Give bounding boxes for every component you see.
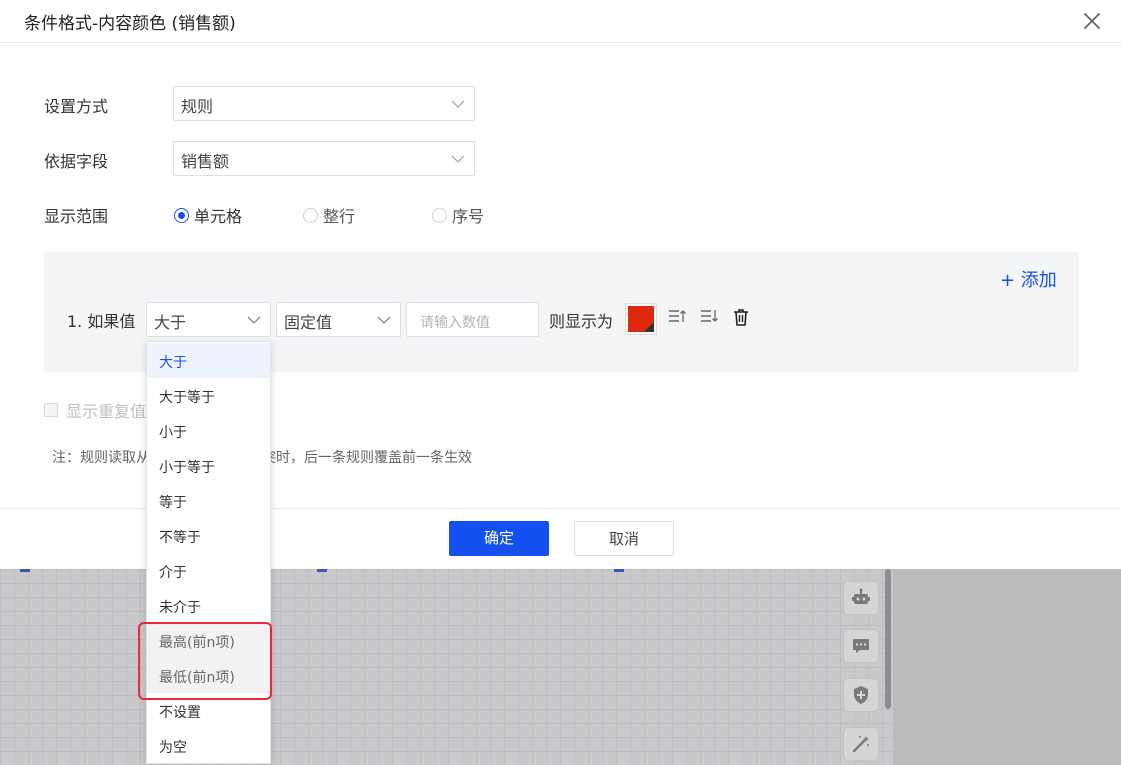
- dialog-title: 条件格式-内容颜色 (销售额): [24, 14, 236, 34]
- operator-dropdown: 大于 大于等于 小于 小于等于 等于 不等于 介于 未介于 最高(前n项) 最低…: [146, 341, 271, 764]
- color-swatch-fill: [628, 306, 654, 332]
- radio-row-label: 整行: [323, 207, 356, 226]
- value-input-placeholder: 请输入数值: [420, 315, 490, 331]
- radio-dot: [432, 207, 447, 223]
- move-down-button[interactable]: [699, 307, 719, 327]
- operator-value: 大于: [154, 313, 187, 332]
- cancel-button[interactable]: 取消: [574, 521, 674, 556]
- close-button[interactable]: [1080, 9, 1104, 33]
- color-swatch[interactable]: [625, 303, 657, 335]
- background-marker: [614, 569, 624, 572]
- chevron-down-icon: [451, 100, 465, 108]
- robot-icon: [852, 588, 870, 604]
- operator-select[interactable]: 大于: [146, 302, 271, 337]
- radio-cell-label: 单元格: [194, 207, 243, 226]
- dropdown-option[interactable]: 不设置: [147, 693, 270, 728]
- background-scrollbar[interactable]: [885, 569, 891, 709]
- radio-row[interactable]: 整行: [303, 203, 355, 227]
- radio-index[interactable]: 序号: [432, 203, 484, 227]
- magic-tool-button[interactable]: [843, 727, 879, 761]
- shield-tool-button[interactable]: [843, 678, 879, 712]
- sort-descending-icon: [701, 310, 718, 322]
- background-marker: [20, 569, 30, 572]
- based-field-value: 销售额: [181, 152, 230, 171]
- value-input[interactable]: 请输入数值: [406, 302, 539, 337]
- dropdown-option[interactable]: 小于: [147, 413, 270, 448]
- trash-icon: [734, 309, 748, 326]
- value-type-value: 固定值: [284, 313, 333, 332]
- radio-dot: [303, 207, 318, 223]
- dropdown-option[interactable]: 未介于: [147, 588, 270, 623]
- background-right-panel: [893, 569, 1121, 765]
- show-duplicate-checkbox[interactable]: 显示重复值: [44, 398, 146, 422]
- dialog-header: 条件格式-内容颜色 (销售额): [0, 0, 1121, 43]
- based-field-label: 依据字段: [44, 152, 109, 171]
- robot-tool-button[interactable]: [843, 581, 879, 615]
- radio-dot: [174, 207, 189, 223]
- dropdown-option[interactable]: 最高(前n项): [147, 623, 270, 658]
- rule-prefix: 1. 如果值: [67, 312, 136, 331]
- chevron-down-icon: [247, 316, 261, 324]
- shield-plus-icon: [854, 686, 868, 704]
- value-type-select[interactable]: 固定值: [276, 302, 401, 337]
- sort-ascending-icon: [669, 310, 686, 322]
- based-field-select[interactable]: 销售额: [173, 141, 475, 176]
- dropdown-option[interactable]: 小于等于: [147, 448, 270, 483]
- background-marker: [317, 569, 327, 572]
- dropdown-option[interactable]: 大于: [147, 343, 270, 378]
- magic-wand-icon: [852, 736, 869, 753]
- chevron-down-icon: [377, 316, 391, 324]
- dropdown-option[interactable]: 大于等于: [147, 378, 270, 413]
- dropdown-option[interactable]: 介于: [147, 553, 270, 588]
- chevron-down-icon: [451, 155, 465, 163]
- then-label: 则显示为: [549, 312, 614, 331]
- close-icon: [1084, 13, 1100, 29]
- show-duplicate-label: 显示重复值: [66, 402, 147, 421]
- move-up-button[interactable]: [667, 307, 687, 327]
- delete-rule-button[interactable]: [731, 307, 751, 327]
- chat-icon: [853, 639, 869, 653]
- setting-mode-select[interactable]: 规则: [173, 86, 475, 121]
- chat-tool-button[interactable]: [843, 629, 879, 663]
- dropdown-option[interactable]: 等于: [147, 483, 270, 518]
- radio-cell[interactable]: 单元格: [174, 203, 242, 227]
- dropdown-option[interactable]: 不等于: [147, 518, 270, 553]
- dropdown-option[interactable]: 最低(前n项): [147, 658, 270, 693]
- setting-mode-label: 设置方式: [44, 97, 109, 116]
- dropdown-option[interactable]: 为空: [147, 728, 270, 763]
- add-rule-link[interactable]: + 添加: [1000, 266, 1057, 292]
- radio-index-label: 序号: [452, 207, 485, 226]
- checkbox-box: [44, 403, 58, 417]
- confirm-button[interactable]: 确定: [449, 521, 549, 556]
- setting-mode-value: 规则: [181, 97, 214, 116]
- display-scope-label: 显示范围: [44, 207, 109, 226]
